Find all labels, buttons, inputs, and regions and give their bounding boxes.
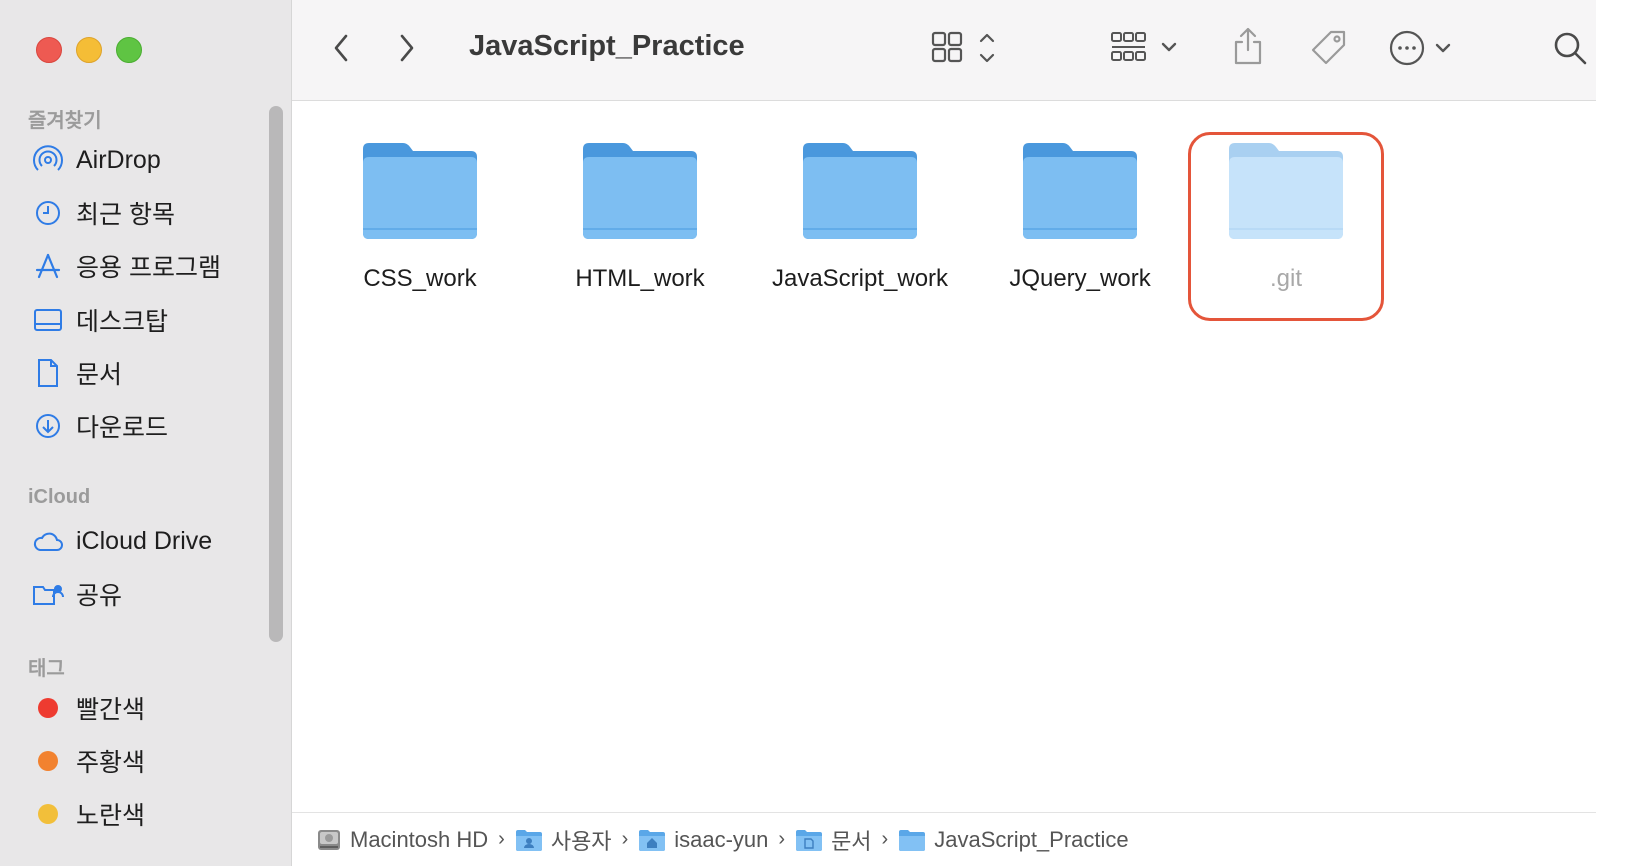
sidebar-item-documents[interactable]: 문서 (32, 353, 122, 393)
path-crumb-label: 사용자 (550, 828, 612, 854)
chevron-right-icon: › (621, 828, 629, 850)
tag-icon (1311, 30, 1346, 65)
sidebar-item-tag-red[interactable]: 빨간색 (32, 688, 145, 728)
path-crumb-macintosh-hd[interactable]: Macintosh HD (316, 827, 488, 853)
path-crumb-label: JavaScript_Practice (934, 826, 1129, 852)
folder-item[interactable]: HTML_work (540, 139, 740, 319)
path-bar: Macintosh HD › 사용자 › isaac-yun › 문서 › Ja… (292, 812, 1596, 866)
folder-icon (583, 143, 697, 239)
finder-window: 즐겨찾기 AirDrop 최근 항목 응용 프로그램 데스크탑 문서 다운로드 … (0, 0, 1596, 866)
sidebar-item-label: 다운로드 (76, 414, 169, 442)
path-crumb-users[interactable]: 사용자 (515, 824, 612, 856)
folder-icon (1023, 143, 1137, 239)
sidebar-item-label: iCloud Drive (76, 526, 213, 555)
group-icon (1111, 32, 1177, 61)
sidebar-item-label: 주황색 (76, 749, 146, 777)
tags-header: 태그 (28, 658, 65, 680)
window-controls (36, 37, 142, 63)
path-crumb-current[interactable]: JavaScript_Practice (898, 826, 1129, 853)
folder-label: HTML_work (575, 265, 705, 292)
path-crumb-documents[interactable]: 문서 (795, 824, 872, 856)
minimize-button[interactable] (76, 37, 102, 63)
path-crumb-home[interactable]: isaac-yun (638, 827, 768, 853)
search-button[interactable] (1550, 28, 1590, 68)
back-button[interactable] (326, 30, 356, 66)
sidebar-item-desktop[interactable]: 데스크탑 (32, 300, 168, 340)
forward-button[interactable] (392, 30, 422, 66)
sidebar-item-label: 공유 (76, 582, 123, 610)
folder-item[interactable]: JavaScript_work (760, 139, 960, 319)
folder-label: JavaScript_work (771, 265, 949, 292)
cloud-icon (32, 525, 64, 557)
sidebar-item-applications[interactable]: 응용 프로그램 (32, 246, 221, 286)
sidebar-item-airdrop[interactable]: AirDrop (32, 140, 161, 180)
file-grid: CSS_work HTML_work JavaScript_work JQuer… (292, 101, 1596, 813)
folder-item-hidden[interactable]: .git (1186, 139, 1386, 319)
chevron-right-icon (400, 34, 414, 62)
shared-folder-icon (32, 578, 64, 610)
airdrop-icon (32, 144, 64, 176)
sidebar-item-recents[interactable]: 최근 항목 (32, 193, 175, 233)
home-folder-icon (638, 828, 666, 852)
share-button[interactable] (1230, 24, 1266, 68)
sidebar-item-label: 데스크탑 (76, 308, 169, 336)
applications-icon (32, 250, 64, 282)
chevron-right-icon: › (881, 828, 889, 850)
ellipsis-circle-icon (1389, 30, 1451, 66)
sidebar-item-icloud-drive[interactable]: iCloud Drive (32, 521, 212, 561)
download-icon (32, 410, 64, 442)
sidebar-item-label: 노란색 (76, 802, 146, 830)
clock-icon (32, 197, 64, 229)
users-folder-icon (515, 828, 543, 852)
share-icon (1234, 27, 1262, 65)
folder-icon (363, 143, 477, 239)
path-crumb-label: Macintosh HD (350, 826, 489, 852)
search-icon (1554, 32, 1587, 65)
document-icon (32, 357, 64, 389)
sidebar-item-tag-yellow[interactable]: 노란색 (32, 794, 145, 834)
chevron-left-icon (334, 34, 348, 62)
sidebar-item-label: 최근 항목 (76, 201, 175, 229)
close-button[interactable] (36, 37, 62, 63)
sidebar-item-downloads[interactable]: 다운로드 (32, 406, 168, 446)
chevron-right-icon: › (498, 828, 505, 850)
desktop-icon (32, 304, 64, 336)
path-crumb-label: 문서 (831, 828, 872, 854)
folder-label: CSS_work (363, 265, 477, 292)
folder-icon (898, 828, 926, 852)
sidebar: 즐겨찾기 AirDrop 최근 항목 응용 프로그램 데스크탑 문서 다운로드 … (0, 0, 292, 866)
sidebar-item-label: 응용 프로그램 (76, 254, 221, 282)
view-mode-button[interactable] (930, 30, 1002, 66)
tag-button[interactable] (1307, 26, 1351, 70)
tag-yellow-dot (32, 798, 64, 830)
zoom-button[interactable] (116, 37, 142, 63)
sidebar-item-tag-orange[interactable]: 주황색 (32, 741, 145, 781)
sidebar-scrollbar[interactable] (269, 106, 283, 642)
grid-view-icon (931, 31, 995, 63)
folder-item[interactable]: CSS_work (320, 139, 520, 319)
folder-item[interactable]: JQuery_work (980, 139, 1180, 319)
tag-red-dot (32, 692, 64, 724)
more-actions-button[interactable] (1387, 28, 1459, 68)
folder-icon (1229, 143, 1343, 239)
chevron-right-icon: › (778, 828, 786, 850)
tag-orange-dot (32, 745, 64, 777)
documents-folder-icon (795, 828, 823, 852)
sidebar-item-label: 빨간색 (76, 696, 146, 724)
toolbar: JavaScript_Practice (292, 0, 1596, 101)
folder-icon (803, 143, 917, 239)
folder-label: .git (1269, 265, 1302, 292)
path-crumb-label: isaac-yun (674, 826, 769, 852)
sidebar-item-label: 문서 (76, 361, 123, 389)
icloud-header: iCloud (28, 486, 91, 508)
group-button[interactable] (1110, 30, 1182, 66)
hard-drive-icon (316, 827, 342, 853)
folder-label: JQuery_work (1009, 265, 1151, 292)
favorites-header: 즐겨찾기 (28, 110, 102, 132)
window-title: JavaScript_Practice (469, 30, 745, 62)
sidebar-item-label: AirDrop (76, 145, 161, 174)
sidebar-item-shared[interactable]: 공유 (32, 574, 122, 614)
